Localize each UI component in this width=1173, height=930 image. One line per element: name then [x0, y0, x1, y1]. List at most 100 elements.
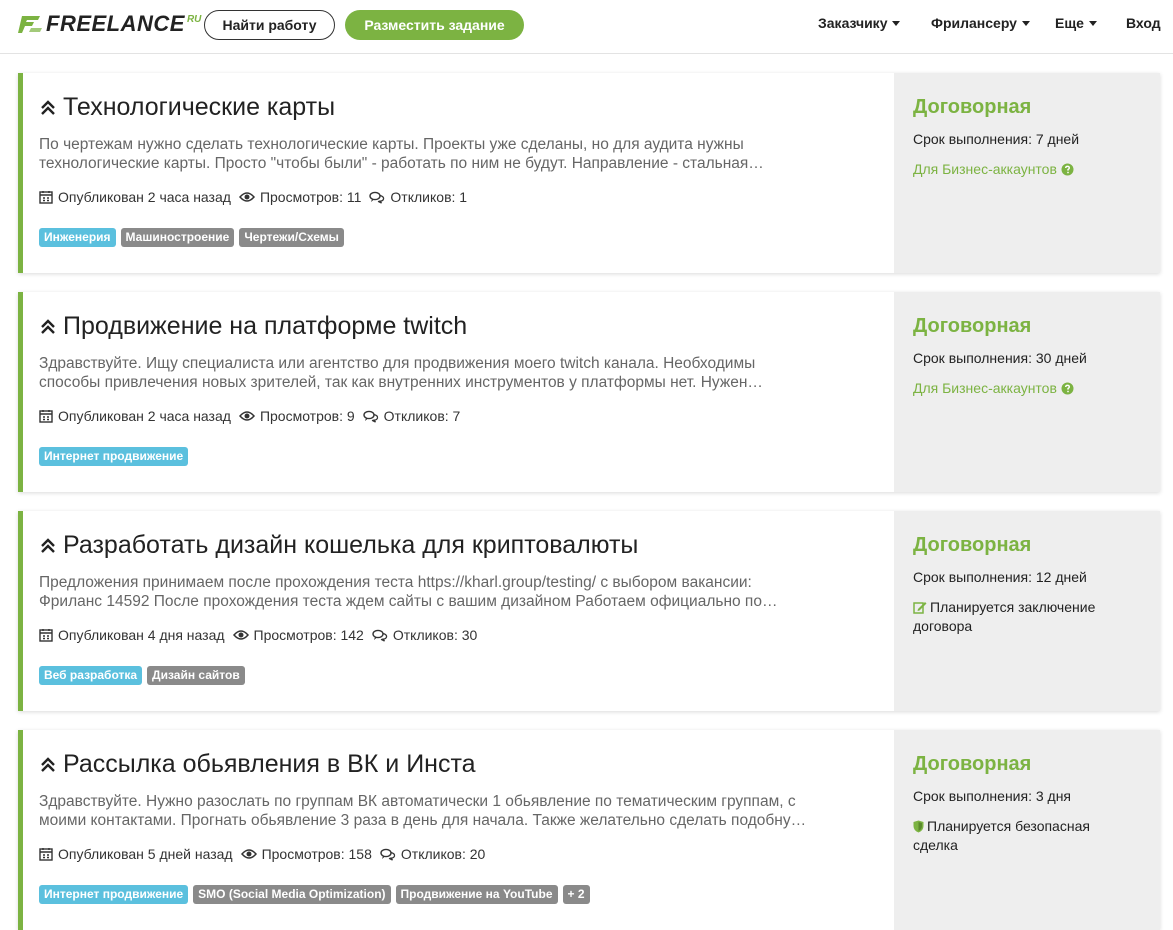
task-description-line: Здравствуйте. Ищу специалиста или агентс… [39, 355, 756, 372]
task-title-text: Технологические карты [63, 93, 336, 121]
business-accounts-text: Для Бизнес-аккаунтов [913, 380, 1057, 396]
safe-deal-note-text: Планируется безопасная сделка [913, 818, 1090, 853]
chevron-up-double-icon [41, 318, 55, 334]
tag[interactable]: Инженерия [39, 228, 116, 247]
replies-text: Откликов: 20 [400, 846, 486, 862]
price: Договорная [913, 96, 1032, 118]
replies-text: Откликов: 30 [392, 627, 478, 643]
task-title-text: Рассылка обьявления в ВК и Инста [63, 750, 476, 778]
deadline: Срок выполнения: 7 дней [913, 131, 1080, 147]
calendar-icon [39, 191, 53, 204]
task-title[interactable]: Продвижение на платформе twitch [39, 312, 467, 341]
nav-login[interactable]: Вход [1126, 15, 1161, 31]
task-description-line: Фриланс 14592 После прохождения теста жд… [39, 593, 778, 610]
question-circle-icon[interactable] [1061, 163, 1074, 176]
chevron-up-double-icon [41, 99, 55, 115]
tag[interactable]: Веб разработка [39, 666, 143, 685]
task-description-line: Предложения принимаем после прохождения … [39, 574, 752, 591]
deadline: Срок выполнения: 12 дней [913, 569, 1087, 585]
shield-icon [913, 820, 924, 833]
eye-icon [240, 849, 257, 859]
task-card[interactable]: Рассылка обьявления в ВК и Инста Здравст… [18, 730, 1160, 930]
post-task-button[interactable]: Разместить задание [345, 10, 524, 40]
nav-freelancer-label: Фрилансеру [931, 15, 1017, 31]
task-card[interactable]: Технологические карты По чертежам нужно … [18, 73, 1160, 273]
logo-ru: RU [186, 13, 202, 25]
task-description: Здравствуйте. Нужно разослать по группам… [39, 792, 819, 830]
published-text: Опубликован 2 часа назад [58, 408, 231, 424]
task-card-main: Технологические карты По чертежам нужно … [23, 73, 894, 273]
task-description-line: моими контактами. Прогнать обьявление 3 … [39, 812, 807, 829]
task-meta: Опубликован 2 часа назад Просмотров: 9 О… [39, 408, 468, 424]
task-title[interactable]: Рассылка обьявления в ВК и Инста [39, 750, 476, 779]
chevron-up-double-icon [41, 537, 55, 553]
chevron-up-double-icon [41, 756, 55, 772]
task-meta: Опубликован 4 дня назад Просмотров: 142 … [39, 627, 485, 643]
tag[interactable]: Машиностроение [120, 228, 235, 247]
task-description-line: способы привлечения новых зрителей, так … [39, 374, 763, 391]
task-card-main: Разработать дизайн кошелька для криптова… [23, 511, 894, 711]
contract-note: Планируется заключение договора [913, 598, 1123, 636]
eye-icon [238, 411, 255, 421]
task-description-line: технологические карты. Просто "чтобы был… [39, 155, 764, 172]
business-accounts-link[interactable]: Для Бизнес-аккаунтов [913, 380, 1074, 396]
task-card-side: Договорная Срок выполнения: 3 дня Планир… [894, 730, 1160, 930]
nav-more-label: Еще [1055, 15, 1084, 31]
task-card[interactable]: Разработать дизайн кошелька для криптова… [18, 511, 1160, 711]
safe-deal-note: Планируется безопасная сделка [913, 817, 1123, 855]
task-card-main: Продвижение на платформе twitch Здравств… [23, 292, 894, 492]
calendar-icon [39, 629, 53, 642]
find-work-button[interactable]: Найти работу [204, 10, 335, 40]
comments-icon [362, 410, 378, 423]
logo[interactable]: FREELANCE RU [18, 11, 201, 37]
question-circle-icon[interactable] [1061, 382, 1074, 395]
published-text: Опубликован 5 дней назад [58, 846, 233, 862]
tag[interactable]: Продвижение на YouTube [395, 885, 558, 904]
tag[interactable]: Дизайн сайтов [147, 666, 245, 685]
tag[interactable]: Интернет продвижение [39, 447, 189, 466]
comments-icon [380, 848, 396, 861]
caret-down-icon [1088, 20, 1097, 26]
tag[interactable]: SMO (Social Media Optimization) [193, 885, 391, 904]
task-card-side: Договорная Срок выполнения: 7 дней Для Б… [894, 73, 1160, 273]
task-card[interactable]: Продвижение на платформе twitch Здравств… [18, 292, 1160, 492]
tag[interactable]: Чертежи/Схемы [239, 228, 344, 247]
task-meta: Опубликован 2 часа назад Просмотров: 11 … [39, 189, 475, 205]
task-meta: Опубликован 5 дней назад Просмотров: 158… [39, 846, 493, 862]
task-description-line: Здравствуйте. Нужно разослать по группам… [39, 793, 796, 810]
task-title[interactable]: Разработать дизайн кошелька для криптова… [39, 531, 638, 560]
task-title[interactable]: Технологические карты [39, 93, 335, 122]
replies-text: Откликов: 1 [390, 189, 468, 205]
more-tags-badge[interactable]: + 2 [562, 885, 590, 904]
nav-customer[interactable]: Заказчику [818, 15, 901, 31]
calendar-icon [39, 410, 53, 423]
published-text: Опубликован 2 часа назад [58, 189, 231, 205]
views-text: Просмотров: 9 [259, 408, 355, 424]
nav-freelancer[interactable]: Фрилансеру [931, 15, 1030, 31]
views-text: Просмотров: 142 [253, 627, 364, 643]
caret-down-icon [1021, 20, 1030, 26]
task-description: По чертежам нужно сделать технологически… [39, 135, 819, 173]
views-text: Просмотров: 11 [259, 189, 362, 205]
comments-icon [369, 191, 385, 204]
tag-list: Инженерия Машиностроение Чертежи/Схемы [39, 228, 349, 247]
task-title-text: Продвижение на платформе twitch [63, 312, 468, 340]
tag-list: Веб разработка Дизайн сайтов [39, 666, 250, 685]
logo-icon [18, 16, 42, 33]
tag-list: Интернет продвижение SMO (Social Media O… [39, 885, 595, 904]
tag-list: Интернет продвижение [39, 447, 193, 466]
caret-down-icon [892, 20, 901, 26]
top-header: FREELANCE RU Найти работу Разместить зад… [0, 0, 1173, 54]
business-accounts-link[interactable]: Для Бизнес-аккаунтов [913, 161, 1074, 177]
task-card-side: Договорная Срок выполнения: 12 дней План… [894, 511, 1160, 711]
calendar-icon [39, 848, 53, 861]
task-description: Предложения принимаем после прохождения … [39, 573, 819, 611]
nav-login-label: Вход [1126, 15, 1161, 31]
tag[interactable]: Интернет продвижение [39, 885, 189, 904]
eye-icon [238, 192, 255, 202]
views-text: Просмотров: 158 [261, 846, 372, 862]
price: Договорная [913, 315, 1032, 337]
nav-more[interactable]: Еще [1055, 15, 1097, 31]
business-accounts-text: Для Бизнес-аккаунтов [913, 161, 1057, 177]
task-description-line: По чертежам нужно сделать технологически… [39, 136, 744, 153]
